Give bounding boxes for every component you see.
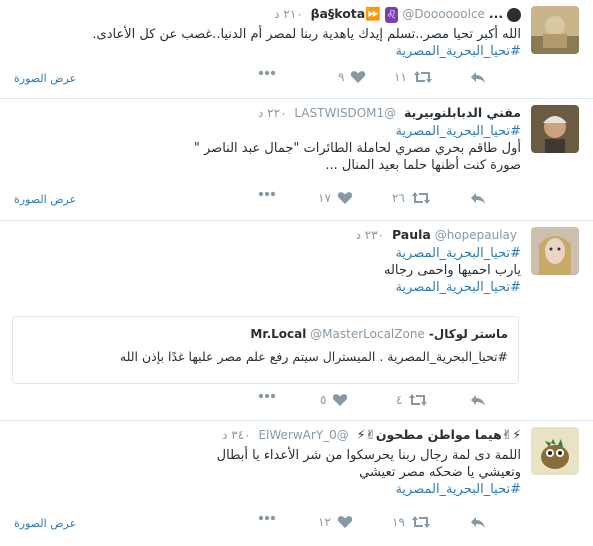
retweet-button[interactable]: ١١ <box>394 70 433 84</box>
more-icon <box>258 393 276 399</box>
timestamp[interactable]: ٢٢٠ د <box>258 106 287 120</box>
hashtag-link[interactable]: #تحيا_البحرية_المصرية <box>40 481 521 498</box>
retweet-count: ١١ <box>394 70 407 84</box>
more-button[interactable] <box>258 515 276 521</box>
reply-icon <box>471 517 485 528</box>
timestamp[interactable]: ٢٣٠ د <box>356 228 385 242</box>
display-name[interactable]: مفني الدبابلنوبيرية <box>404 105 521 120</box>
retweet-count: ٢٦ <box>392 191 405 205</box>
tweet-header: ...βa§kota⏩ ♌ @Doooooolce ٢١٠ د <box>274 6 521 23</box>
like-count: ٩ <box>338 70 345 84</box>
tweet-actions: ٥ ٤ <box>0 393 593 413</box>
hashtag-link[interactable]: #تحيا_البحرية_المصرية <box>40 245 521 262</box>
black-circle-icon <box>507 7 521 22</box>
user-handle[interactable]: @LASTWISDOM1 <box>294 106 396 120</box>
more-icon <box>258 515 276 521</box>
tweet-header: Paula @hopepaulay ٢٣٠ د <box>356 227 521 243</box>
quoted-tweet-text: #تحيا_البحرية_المصرية . الميسترال سيتم ر… <box>119 349 508 364</box>
tweet-line: يارب احميها واحمى رجاله <box>383 263 521 278</box>
display-name[interactable]: Paula <box>392 227 431 242</box>
timeline: ...βa§kota⏩ ♌ @Doooooolce ٢١٠ د الله أكب… <box>0 0 593 546</box>
retweet-icon <box>411 516 430 528</box>
avatar[interactable] <box>531 227 579 275</box>
retweet-icon <box>413 71 432 83</box>
retweet-button[interactable]: ٢٦ <box>392 191 431 205</box>
tweet-line: اللمة دى لمة رجال ربنا يحرسكوا من شر الأ… <box>216 448 521 463</box>
tweet[interactable]: Paula @hopepaulay ٢٣٠ د #تحيا_البحرية_ال… <box>0 221 593 421</box>
avatar[interactable] <box>531 105 579 153</box>
hashtag-link[interactable]: #تحيا_البحرية_المصرية <box>40 123 521 140</box>
tweet[interactable]: ...βa§kota⏩ ♌ @Doooooolce ٢١٠ د الله أكب… <box>0 0 593 99</box>
retweet-icon <box>411 192 430 204</box>
heart-icon <box>351 71 366 83</box>
heart-icon <box>337 516 353 528</box>
more-button[interactable] <box>258 191 276 197</box>
heart-icon <box>337 192 353 204</box>
tweet-actions: ٩ ١١ عرض الصورة <box>0 70 593 90</box>
tweet-line: أول طاقم بحري مصري لحاملة الطائرات "جمال… <box>193 141 521 156</box>
tweet-text: اللمة دى لمة رجال ربنا يحرسكوا من شر الأ… <box>40 447 521 498</box>
avatar[interactable] <box>531 6 579 54</box>
retweet-count: ١٩ <box>392 515 405 529</box>
tweet[interactable]: مفني الدبابلنوبيرية @LASTWISDOM1 ٢٢٠ د #… <box>0 99 593 221</box>
like-button[interactable]: ١٧ <box>318 191 353 205</box>
display-name[interactable]: ⚡✌هيما مواطن مطحون✌⚡ <box>357 427 521 442</box>
retweet-icon <box>409 394 428 406</box>
tweet[interactable]: ⚡✌هيما مواطن مطحون✌⚡ @ElWerwArY_0 ٣٤٠ د … <box>0 421 593 546</box>
reply-icon <box>471 193 485 204</box>
retweet-button[interactable]: ٤ <box>396 393 428 407</box>
retweet-count: ٤ <box>396 393 403 407</box>
like-button[interactable]: ٥ <box>320 393 348 407</box>
heart-icon <box>333 394 348 406</box>
tweet-header: مفني الدبابلنوبيرية @LASTWISDOM1 ٢٢٠ د <box>258 105 521 121</box>
timestamp[interactable]: ٣٤٠ د <box>222 428 251 442</box>
like-button[interactable]: ١٢ <box>318 515 353 529</box>
tweet-text: #تحيا_البحرية_المصرية يارب احميها واحمى … <box>40 245 521 296</box>
user-handle[interactable]: @ElWerwArY_0 <box>258 428 348 442</box>
more-button[interactable] <box>258 393 276 399</box>
reply-button[interactable] <box>470 393 486 407</box>
tweet-text: الله أكبر تحيا مصر..تسلم إيدك ياهدية ربن… <box>40 26 521 60</box>
reply-button[interactable] <box>470 70 486 84</box>
reply-button[interactable] <box>470 515 486 529</box>
leo-emoji-icon: ♌ <box>384 7 399 23</box>
tweet-text: #تحيا_البحرية_المصرية أول طاقم بحري مصري… <box>40 123 521 174</box>
view-photo-link[interactable]: عرض الصورة <box>14 517 76 530</box>
hashtag-link[interactable]: #تحيا_البحرية_المصرية <box>40 43 521 60</box>
like-count: ٥ <box>320 393 327 407</box>
tweet-header: ⚡✌هيما مواطن مطحون✌⚡ @ElWerwArY_0 ٣٤٠ د <box>222 427 521 443</box>
quoted-user-handle[interactable]: @MasterLocalZone <box>310 327 425 341</box>
tweet-actions: ١٧ ٢٦ عرض الصورة <box>0 191 593 211</box>
retweet-button[interactable]: ١٩ <box>392 515 431 529</box>
quoted-tweet[interactable]: ماستر لوكال-Mr.Local @MasterLocalZone #ت… <box>12 316 519 384</box>
avatar[interactable] <box>531 427 579 475</box>
like-count: ١٧ <box>318 191 331 205</box>
reply-icon <box>471 395 485 406</box>
tweet-line: وتعيشي يا ضحكه مصر تعيشي <box>359 465 521 480</box>
tweet-line: الله أكبر تحيا مصر..تسلم إيدك ياهدية ربن… <box>92 27 521 42</box>
user-handle[interactable]: @Doooooolce <box>402 7 485 21</box>
reply-icon <box>471 72 485 83</box>
like-count: ١٢ <box>318 515 331 529</box>
user-handle[interactable]: @hopepaulay <box>435 228 517 242</box>
hashtag-link[interactable]: #تحيا_البحرية_المصرية <box>40 279 521 296</box>
reply-button[interactable] <box>470 191 486 205</box>
more-icon <box>258 191 276 197</box>
like-button[interactable]: ٩ <box>338 70 366 84</box>
timestamp[interactable]: ٢١٠ د <box>274 7 303 21</box>
tweet-line: صورة كنت أظنها حلما بعيد المنال ... <box>325 158 521 173</box>
view-photo-link[interactable]: عرض الصورة <box>14 72 76 85</box>
more-icon <box>258 70 276 76</box>
quoted-tweet-header: ماستر لوكال-Mr.Local @MasterLocalZone <box>250 327 508 341</box>
tweet-actions: ١٢ ١٩ عرض الصورة <box>0 515 593 535</box>
view-photo-link[interactable]: عرض الصورة <box>14 193 76 206</box>
more-button[interactable] <box>258 70 276 76</box>
